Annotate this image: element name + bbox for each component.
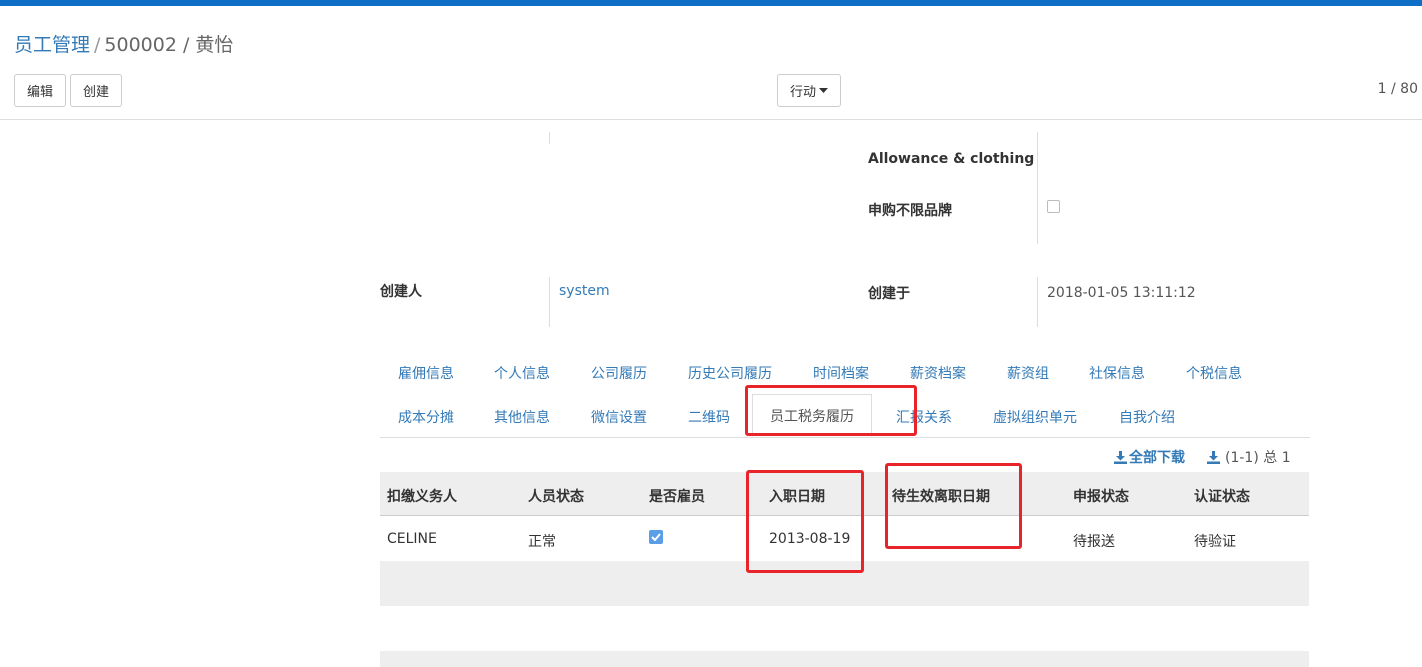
purchase-brand-checkbox[interactable] — [1047, 200, 1060, 213]
tab-qr-code[interactable]: 二维码 — [688, 407, 730, 427]
action-label: 行动 — [789, 85, 816, 100]
tab-social-insurance[interactable]: 社保信息 — [1089, 363, 1145, 383]
creator-label: 创建人 — [380, 284, 422, 300]
toolbar-divider — [0, 119, 1422, 120]
created-on-label: 创建于 — [868, 286, 910, 302]
breadcrumb-current: 500002 / 黄怡 — [104, 34, 234, 56]
pager: 1 / 80 — [1377, 81, 1418, 97]
column-header-personnel-status[interactable]: 人员状态 — [528, 486, 584, 506]
top-accent-bar — [0, 0, 1422, 6]
tab-cost-allocation[interactable]: 成本分摊 — [398, 407, 454, 427]
field-separator — [1037, 277, 1038, 327]
tab-payroll-group[interactable]: 薪资组 — [1007, 363, 1049, 383]
cell-report-status[interactable]: 待报送 — [1073, 531, 1115, 551]
field-separator — [549, 132, 550, 144]
tab-self-intro[interactable]: 自我介绍 — [1119, 407, 1175, 427]
record-range-text: (1-1) 总 1 — [1225, 450, 1291, 466]
tab-time-records[interactable]: 时间档案 — [813, 363, 869, 383]
column-header-is-employee[interactable]: 是否雇员 — [649, 486, 705, 506]
tab-income-tax[interactable]: 个税信息 — [1186, 363, 1242, 383]
action-dropdown-button[interactable]: 行动 — [777, 74, 841, 107]
purchase-brand-label: 申购不限品牌 — [868, 203, 952, 219]
created-on-value: 2018-01-05 13:11:12 — [1047, 285, 1196, 301]
column-header-withholder[interactable]: 扣缴义务人 — [387, 486, 457, 506]
record-count: (1-1) 总 1 — [1207, 447, 1291, 467]
create-button[interactable]: 创建 — [70, 74, 122, 107]
cell-verify-status[interactable]: 待验证 — [1194, 531, 1236, 551]
tab-employment-info[interactable]: 雇佣信息 — [398, 363, 454, 383]
tab-wechat-settings[interactable]: 微信设置 — [591, 407, 647, 427]
cell-is-employee-checkbox[interactable] — [649, 530, 663, 544]
checkmark-icon — [651, 533, 661, 541]
table-row-empty — [380, 651, 1309, 667]
tab-personal-info[interactable]: 个人信息 — [494, 363, 550, 383]
allowance-label: Allowance & clothing — [868, 151, 1035, 167]
creator-link[interactable]: system — [559, 283, 610, 299]
cell-withholder[interactable]: CELINE — [387, 531, 437, 547]
download-all-button[interactable]: 全部下载 — [1114, 447, 1185, 467]
field-separator — [1037, 132, 1038, 244]
download-icon[interactable] — [1207, 450, 1220, 464]
tab-company-history[interactable]: 公司履历 — [591, 363, 647, 383]
caret-down-icon — [819, 87, 828, 93]
download-all-label: 全部下载 — [1129, 450, 1185, 466]
highlight-box — [745, 385, 917, 436]
cell-personnel-status[interactable]: 正常 — [528, 531, 556, 551]
highlight-box — [885, 463, 1022, 549]
download-icon — [1114, 450, 1127, 464]
tab-salary-records[interactable]: 薪资档案 — [910, 363, 966, 383]
tabs-baseline — [380, 437, 1310, 438]
column-header-verify-status[interactable]: 认证状态 — [1194, 486, 1250, 506]
tab-other-info[interactable]: 其他信息 — [494, 407, 550, 427]
tab-past-company-history[interactable]: 历史公司履历 — [688, 363, 772, 383]
field-separator — [549, 277, 550, 327]
tab-virtual-org-unit[interactable]: 虚拟组织单元 — [993, 407, 1077, 427]
column-header-report-status[interactable]: 申报状态 — [1073, 486, 1129, 506]
edit-button[interactable]: 编辑 — [14, 74, 66, 107]
breadcrumb-separator: / — [94, 34, 101, 56]
breadcrumb-root-link[interactable]: 员工管理 — [14, 34, 90, 56]
breadcrumb: 员工管理/500002 / 黄怡 — [14, 30, 233, 57]
highlight-box — [746, 470, 864, 573]
